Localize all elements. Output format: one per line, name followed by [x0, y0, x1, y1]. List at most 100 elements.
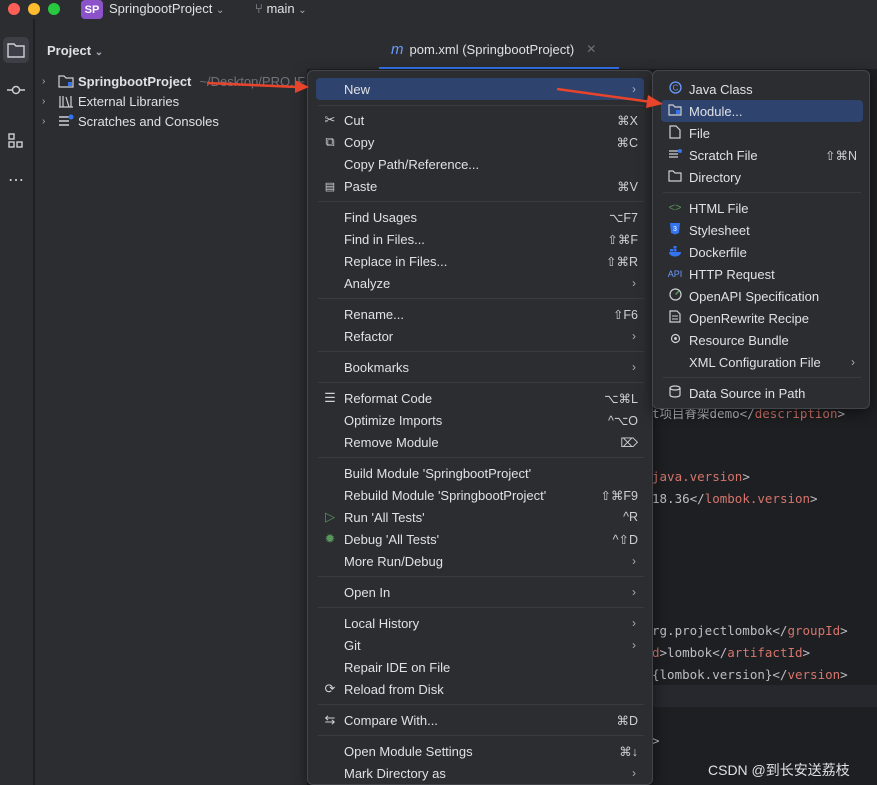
submenu-item-directory[interactable]: Directory — [661, 166, 863, 188]
api-icon: API — [667, 269, 683, 279]
chevron-right-icon: › — [632, 554, 636, 568]
menu-item-compare-with[interactable]: ⇆ Compare With... ⌘D — [316, 709, 644, 731]
project-switcher[interactable]: SpringbootProject ⌄ — [109, 1, 224, 16]
menu-separator — [318, 607, 644, 608]
title-bar: SP SpringbootProject ⌄ ⑂ main ⌄ — [0, 0, 877, 19]
menu-separator — [663, 192, 861, 193]
commit-tool-button[interactable] — [3, 77, 29, 103]
context-menu: New › ✂ Cut ⌘X ⧉ Copy ⌘C Copy Path/Reference.… — [307, 70, 653, 785]
menu-item-repair-ide[interactable]: Repair IDE on File — [316, 656, 644, 678]
submenu-item-resource-bundle[interactable]: Resource Bundle — [661, 329, 863, 351]
submenu-item-xml-configuration[interactable]: XML Configuration File › — [661, 351, 863, 373]
submenu-item-http-request[interactable]: API HTTP Request — [661, 263, 863, 285]
chevron-right-icon: › — [632, 585, 636, 599]
close-tab-icon[interactable]: ✕ — [586, 42, 596, 56]
annotation-arrow-icon — [556, 87, 663, 108]
scissors-icon: ✂ — [324, 112, 336, 127]
project-panel: Project ⌄ › SpringbootProject ~/Desktop/… — [35, 19, 307, 785]
submenu-item-stylesheet[interactable]: 3 Stylesheet — [661, 219, 863, 241]
tree-item-label: Scratches and Consoles — [78, 113, 219, 129]
submenu-item-scratch-file[interactable]: Scratch File ⇧⌘N — [661, 144, 863, 166]
branch-switcher[interactable]: ⑂ main ⌄ — [255, 1, 307, 16]
menu-item-debug-tests[interactable]: ✹ Debug 'All Tests' ^⇧D — [316, 528, 644, 550]
copy-icon: ⧉ — [325, 134, 335, 149]
code-line[interactable]: > — [652, 733, 660, 748]
menu-item-refactor[interactable]: Refactor › — [316, 325, 644, 347]
menu-item-cut[interactable]: ✂ Cut ⌘X — [316, 109, 644, 131]
menu-item-open-in[interactable]: Open In › — [316, 581, 644, 603]
tree-item-label: SpringbootProject — [78, 73, 192, 89]
chevron-right-icon: › — [42, 95, 46, 107]
reload-icon: ⟳ — [324, 681, 336, 696]
menu-item-analyze[interactable]: Analyze › — [316, 272, 644, 294]
scratch-file-icon — [667, 148, 683, 163]
submenu-item-openrewrite[interactable]: OpenRewrite Recipe — [661, 307, 863, 329]
openrewrite-icon — [667, 310, 683, 326]
tool-window-strip: ⋯ — [0, 19, 34, 785]
run-icon: ▷ — [325, 509, 335, 524]
tree-item-label: External Libraries — [78, 93, 180, 109]
debug-icon: ✹ — [324, 531, 336, 546]
annotation-arrow-icon — [206, 80, 309, 93]
tree-item-external-libraries[interactable]: › External Libraries — [35, 91, 179, 111]
submenu-item-module[interactable]: Module... — [661, 100, 863, 122]
menu-item-replace-in-files[interactable]: Replace in Files... ⇧⌘R — [316, 250, 644, 272]
project-badge[interactable]: SP — [81, 0, 103, 19]
menu-separator — [318, 351, 644, 352]
menu-separator — [318, 576, 644, 577]
maven-icon: m — [391, 40, 404, 58]
code-line[interactable]: d>lombok</artifactId> — [652, 645, 810, 660]
code-line[interactable]: java.version> — [652, 469, 750, 484]
menu-item-build-module[interactable]: Build Module 'SpringbootProject' — [316, 462, 644, 484]
current-line-highlight — [652, 685, 877, 707]
submenu-item-data-source[interactable]: Data Source in Path — [661, 382, 863, 404]
menu-item-rename[interactable]: Rename... ⇧F6 — [316, 303, 644, 325]
menu-item-rebuild-module[interactable]: Rebuild Module 'SpringbootProject' ⇧⌘F9 — [316, 484, 644, 506]
code-line[interactable]: rg.projectlombok</groupId> — [652, 623, 848, 638]
svg-text:3: 3 — [673, 226, 677, 233]
menu-item-local-history[interactable]: Local History › — [316, 612, 644, 634]
html-icon: <> — [668, 202, 682, 214]
zoom-window-button[interactable] — [48, 3, 60, 15]
submenu-item-dockerfile[interactable]: Dockerfile — [661, 241, 863, 263]
scratches-icon — [59, 114, 74, 126]
menu-item-find-usages[interactable]: Find Usages ⌥F7 — [316, 206, 644, 228]
folder-icon — [7, 43, 25, 58]
menu-item-remove-module[interactable]: Remove Module ⌦ — [316, 431, 644, 453]
menu-item-mark-directory[interactable]: Mark Directory as › — [316, 762, 644, 784]
menu-separator — [318, 704, 644, 705]
menu-item-paste[interactable]: ▤ Paste ⌘V — [316, 175, 644, 197]
more-tools-icon[interactable]: ⋯ — [3, 167, 29, 193]
menu-item-open-module-settings[interactable]: Open Module Settings ⌘↓ — [316, 740, 644, 762]
submenu-item-openapi[interactable]: OpenAPI Specification — [661, 285, 863, 307]
menu-item-copy-path[interactable]: Copy Path/Reference... — [316, 153, 644, 175]
tab-pom-xml[interactable]: m pom.xml (SpringbootProject) ✕ — [379, 31, 619, 69]
submenu-item-file[interactable]: File — [661, 122, 863, 144]
menu-item-run-tests[interactable]: ▷ Run 'All Tests' ^R — [316, 506, 644, 528]
structure-tool-button[interactable] — [3, 128, 29, 154]
menu-separator — [318, 298, 644, 299]
reformat-icon: ☰ — [324, 390, 336, 405]
chevron-down-icon: ⌄ — [94, 47, 104, 58]
code-line[interactable]: 18.36</lombok.version> — [652, 491, 818, 506]
minimize-window-button[interactable] — [28, 3, 40, 15]
menu-item-more-run-debug[interactable]: More Run/Debug › — [316, 550, 644, 572]
submenu-item-html-file[interactable]: <> HTML File — [661, 197, 863, 219]
tree-item-scratches[interactable]: › Scratches and Consoles — [35, 111, 219, 131]
menu-item-reload-from-disk[interactable]: ⟳ Reload from Disk — [316, 678, 644, 700]
menu-item-git[interactable]: Git › — [316, 634, 644, 656]
menu-item-bookmarks[interactable]: Bookmarks › — [316, 356, 644, 378]
directory-icon — [667, 169, 683, 185]
project-panel-header[interactable]: Project ⌄ — [47, 43, 103, 58]
module-folder-icon — [58, 75, 74, 88]
chevron-right-icon: › — [632, 329, 636, 343]
submenu-item-java-class[interactable]: C Java Class — [661, 78, 863, 100]
project-tool-button[interactable] — [3, 37, 29, 63]
code-line[interactable]: {lombok.version}</version> — [652, 667, 848, 682]
close-window-button[interactable] — [8, 3, 20, 15]
menu-item-reformat-code[interactable]: ☰ Reformat Code ⌥⌘L — [316, 387, 644, 409]
menu-item-copy[interactable]: ⧉ Copy ⌘C — [316, 131, 644, 153]
menu-item-find-in-files[interactable]: Find in Files... ⇧⌘F — [316, 228, 644, 250]
resource-bundle-icon — [667, 332, 683, 348]
menu-item-optimize-imports[interactable]: Optimize Imports ^⌥O — [316, 409, 644, 431]
